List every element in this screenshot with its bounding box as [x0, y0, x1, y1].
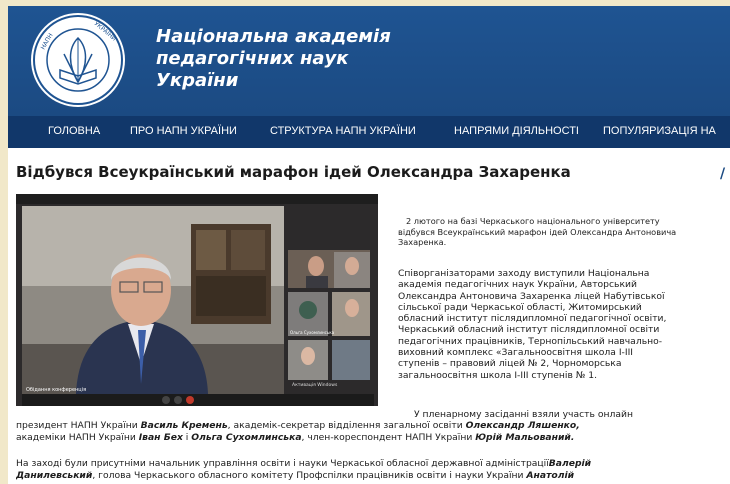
text-span: академіки НАПН України [16, 431, 139, 443]
article-paragraph-organizers: Співорганізаторами заходу виступили Наці… [398, 268, 718, 381]
site-header: НАПН УКРАЇНИ Національна академія педаго… [8, 6, 730, 116]
paragraph-line: обласний інститут післядипломної педагог… [398, 313, 667, 325]
article-photo[interactable]: Обідання конференція Ольга Сухомлинська … [16, 194, 378, 406]
person-name: Данилевський [16, 469, 93, 481]
intro-line: Захаренка. [398, 237, 447, 248]
nav-item-directions[interactable]: НАПРЯМИ ДІЯЛЬНОСТІ [454, 125, 579, 137]
paragraph-line: академія педагогічних наук України, Авто… [398, 279, 637, 291]
article-intro: 2 лютого на базі Черкаського національно… [398, 216, 718, 248]
organization-name: Національна академія педагогічних наук У… [156, 26, 391, 92]
paragraph-line: ступенів – правовий ліцей № 2, Чорноморс… [398, 358, 622, 370]
paragraph-line: президент НАПН України Василь Кремень, а… [16, 420, 726, 432]
main-nav: ГОЛОВНА ПРО НАПН УКРАЇНИ СТРУКТУРА НАПН … [8, 116, 730, 148]
paragraph-line: Співорганізаторами заходу виступили Наці… [398, 268, 650, 279]
slash-icon: / [720, 166, 726, 182]
text-span: , голова Черкаського обласного комітету … [92, 469, 527, 481]
org-name-line: Національна академія [156, 26, 391, 47]
article-paragraph-attendees: На заході були присутніми начальник упра… [16, 458, 726, 482]
nav-item-popularization[interactable]: ПОПУЛЯРИЗАЦІЯ НА [603, 125, 716, 137]
text-span: На заході були присутніми начальник упра… [16, 458, 549, 469]
person-name: Анатолій [526, 469, 575, 481]
paragraph-line: сільської ради Черкаської області, Житом… [398, 301, 642, 313]
paragraph-line: академіки НАПН України Іван Бех і Ольга … [16, 432, 726, 444]
photo-tile-name: Ольга Сухомлинська [290, 330, 335, 335]
nav-item-home[interactable]: ГОЛОВНА [48, 125, 100, 137]
text-span: , член-кореспондент НАПН України [301, 431, 476, 443]
photo-watermark: Активація Windows [292, 382, 338, 388]
article-title: Відбувся Всеукраїнський марафон ідей Оле… [16, 163, 571, 181]
person-name: Валерій [548, 458, 592, 469]
intro-line: 2 лютого на базі Черкаського національно… [406, 216, 660, 226]
text-span: , академік-секретар відділення загальної… [227, 420, 466, 431]
text-span: президент НАПН України [16, 420, 141, 431]
person-name: Іван Бех [138, 431, 183, 443]
person-name: Олександр Ляшенко, [465, 420, 580, 431]
paragraph-line: виховний комплекс «Загальноосвітня школа… [398, 347, 633, 359]
paragraph-plenary-first-line: У пленарному засіданні взяли участь онла… [414, 409, 633, 420]
photo-caption: Обідання конференція [26, 387, 86, 393]
nav-item-structure[interactable]: СТРУКТУРА НАПН УКРАЇНИ [270, 125, 416, 137]
article-paragraph-plenary: президент НАПН України Василь Кремень, а… [16, 420, 726, 443]
paragraph-line: загальноосвітня школа I-III ступенів № 1… [398, 369, 598, 381]
paragraph-line: На заході були присутніми начальник упра… [16, 458, 726, 470]
org-name-line: України [156, 70, 239, 91]
paragraph-line: Черкаський обласний інститут післядиплом… [398, 324, 660, 336]
paragraph-line: педагогічних працівників, Тернопільський… [398, 335, 663, 347]
nav-item-about[interactable]: ПРО НАПН УКРАЇНИ [130, 125, 237, 137]
paragraph-line: Данилевський, голова Черкаського обласно… [16, 470, 726, 482]
org-name-line: педагогічних наук [156, 48, 349, 69]
intro-line: відбувся Всеукраїнський марафон ідей Оле… [398, 226, 677, 237]
person-name: Юрій Мальований. [475, 431, 575, 443]
person-name: Ольга Сухомлинська [191, 431, 302, 443]
person-name: Василь Кремень [140, 420, 228, 431]
page: НАПН УКРАЇНИ Національна академія педаго… [8, 6, 730, 484]
paragraph-line: Олександра Антоновича Захаренка ліцей На… [398, 290, 665, 302]
academy-logo[interactable]: НАПН УКРАЇНИ [28, 10, 128, 110]
